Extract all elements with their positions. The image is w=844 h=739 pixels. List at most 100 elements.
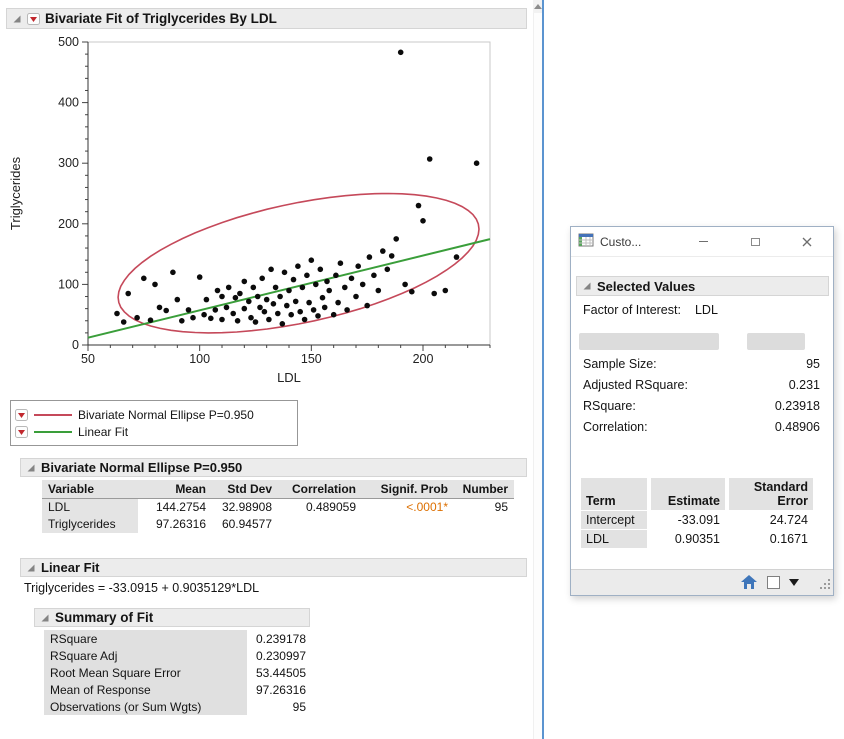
window-caption-buttons [677,227,833,256]
table-cell: LDL [42,499,138,516]
svg-text:200: 200 [58,217,79,231]
linear-fit-section-header: Linear Fit [20,558,527,577]
column-header: Term [581,478,647,510]
factor-label: Factor of Interest: [583,303,681,317]
stat-label: Correlation: [583,420,648,441]
table-cell: 53.44505 [247,664,312,681]
window-title-bar[interactable]: Custo... [571,227,833,257]
table-row: LDL 144.2754 32.98908 0.489059 <.0001* 9… [42,499,514,516]
column-header: Number [454,480,514,499]
table-row: Mean of Response 97.26316 [44,681,312,698]
column-header: Mean [138,480,212,499]
legend-label: Bivariate Normal Ellipse P=0.950 [78,408,254,422]
table-cell: 0.239178 [247,630,312,647]
report-title-bar: Bivariate Fit of Triglycerides By LDL [6,8,527,29]
table-cell: 0.230997 [247,647,312,664]
disclosure-triangle-icon[interactable] [12,14,22,24]
svg-text:0: 0 [72,338,79,352]
column-header: Std Dev [212,480,278,499]
stat-row: Sample Size: 95 [583,357,820,378]
table-cell [362,516,454,533]
section-title: Linear Fit [41,560,100,575]
red-triangle-menu-button[interactable] [15,409,28,421]
table-cell: 24.724 [729,511,813,529]
table-cell [454,516,514,533]
stat-label: Sample Size: [583,357,657,378]
section-title: Summary of Fit [55,610,153,625]
parameter-estimates-table: Term Estimate Standard Error Intercept -… [577,477,817,549]
legend-label: Linear Fit [78,425,128,439]
table-header-row: Variable Mean Std Dev Correlation Signif… [42,480,514,499]
window-edge-splitter[interactable] [542,0,544,739]
disclosure-triangle-icon[interactable] [582,281,592,291]
legend-row-ellipse: Bivariate Normal Ellipse P=0.950 [15,408,293,422]
disclosure-triangle-icon[interactable] [26,563,36,573]
ellipse-line-sample-icon [34,414,72,416]
stat-row: Correlation: 0.48906 [583,420,820,441]
svg-text:200: 200 [413,352,434,366]
table-cell: RSquare Adj [44,647,247,664]
scatter-points [114,50,479,327]
table-cell: 60.94577 [212,516,278,533]
table-row: RSquare 0.239178 [44,630,312,647]
red-triangle-menu-button[interactable] [15,426,28,438]
selected-values-header: Selected Values [576,276,829,296]
table-cell: -33.091 [651,511,725,529]
stat-value: 95 [806,357,820,378]
table-cell: LDL [581,530,647,548]
disclosure-triangle-icon[interactable] [26,463,36,473]
table-cell: Root Mean Square Error [44,664,247,681]
custom-values-window: Custo... Selected Values Factor of Inter… [570,226,834,596]
factor-of-interest-row: Factor of Interest: LDL [583,303,718,317]
window-status-bar [571,569,833,595]
table-cell: Mean of Response [44,681,247,698]
vertical-scrollbar[interactable] [533,0,542,739]
dropdown-caret-icon[interactable] [789,579,799,586]
maximize-button[interactable] [729,227,781,256]
table-cell: 95 [454,499,514,516]
factor-value: LDL [695,303,718,317]
resize-grip[interactable] [820,579,831,593]
stat-label: Adjusted RSquare: [583,378,688,399]
table-cell: 95 [247,698,312,715]
svg-text:300: 300 [58,156,79,170]
color-well-button[interactable] [767,576,780,589]
section-title: Bivariate Normal Ellipse P=0.950 [41,460,242,475]
table-cell: 32.98908 [212,499,278,516]
stats-list: Sample Size: 95 Adjusted RSquare: 0.231 … [583,357,820,441]
report-title: Bivariate Fit of Triglycerides By LDL [45,11,277,26]
column-header: Signif. Prob [362,480,454,499]
scatter-plot[interactable]: 501001502000100200300400500LDLTriglyceri… [6,30,521,396]
table-cell: 0.489059 [278,499,362,516]
table-cell: 0.1671 [729,530,813,548]
svg-text:500: 500 [58,35,79,49]
home-button[interactable] [741,575,757,592]
chart-area: 501001502000100200300400500LDLTriglyceri… [6,30,521,396]
column-header: Variable [42,480,138,499]
svg-text:50: 50 [81,352,95,366]
table-cell: RSquare [44,630,247,647]
summary-of-fit-header: Summary of Fit [34,608,310,627]
table-row: Triglycerides 97.26316 60.94577 [42,516,514,533]
close-button[interactable] [781,227,833,256]
minimize-button[interactable] [677,227,729,256]
svg-text:100: 100 [58,277,79,291]
svg-text:400: 400 [58,96,79,110]
table-cell: Observations (or Sum Wgts) [44,698,247,715]
stat-row: RSquare: 0.23918 [583,399,820,420]
table-cell: 0.90351 [651,530,725,548]
table-row: Observations (or Sum Wgts) 95 [44,698,312,715]
window-title: Custo... [600,235,641,249]
home-icon [741,575,757,589]
disabled-button-placeholder [747,333,805,350]
red-triangle-menu-button[interactable] [27,13,40,25]
fit-legend: Bivariate Normal Ellipse P=0.950 Linear … [10,400,298,446]
section-title: Selected Values [597,279,695,294]
column-header: Correlation [278,480,362,499]
x-axis-label: LDL [277,370,301,385]
disclosure-triangle-icon[interactable] [40,613,50,623]
plot-frame [88,42,490,345]
screen: Bivariate Fit of Triglycerides By LDL 50… [0,0,844,739]
minimize-icon [699,241,708,242]
table-cell: Triglycerides [42,516,138,533]
